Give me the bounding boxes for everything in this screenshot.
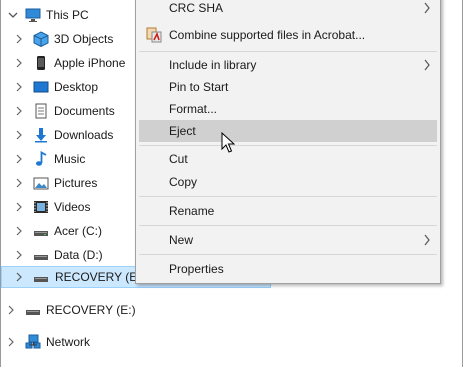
tree-label: Downloads [54,128,114,142]
menu-item-label: Pin to Start [169,80,229,94]
tree-label: 3D Objects [54,32,114,46]
tree-label: Apple iPhone [54,56,126,70]
context-menu: CRC SHA Combine supported files in Acrob… [135,0,441,284]
drive-icon [33,247,49,263]
menu-item-label: Cut [169,152,188,166]
chevron-right-icon[interactable] [13,225,25,237]
chevron-right-icon[interactable] [13,201,25,213]
chevron-down-icon[interactable] [7,9,19,21]
menu-item-label: Properties [169,262,224,276]
chevron-right-icon[interactable] [13,81,25,93]
menu-item-label: New [169,233,194,247]
chevron-right-icon[interactable] [13,249,25,261]
tree-label: Data (D:) [54,248,103,262]
cube-icon [33,31,49,47]
menu-separator [139,196,437,197]
desktop-icon [33,79,49,95]
menu-item-new[interactable]: New [136,229,440,251]
menu-separator [139,145,437,146]
menu-item-label: Include in library [169,58,257,72]
menu-item-pin-start[interactable]: Pin to Start [136,76,440,98]
chevron-right-icon[interactable] [13,57,25,69]
menu-item-label: CRC SHA [169,1,224,15]
menu-item-crc-sha[interactable]: CRC SHA [136,0,440,19]
acrobat-icon [146,27,162,46]
tree-label: Desktop [54,80,99,94]
chevron-right-icon[interactable] [5,336,17,348]
document-icon [33,103,49,119]
menu-item-copy[interactable]: Copy [136,171,440,193]
chevron-right-icon[interactable] [13,33,25,45]
tree-label: RECOVERY (E:) [46,303,136,317]
phone-icon [33,55,49,71]
menu-item-format[interactable]: Format... [136,98,440,120]
chevron-right-icon[interactable] [13,177,25,189]
tree-label: Pictures [54,176,98,190]
drive-icon [25,302,41,318]
tree-item-network[interactable]: Network [1,331,271,353]
download-arrow-icon [33,127,49,143]
menu-item-label: Eject [169,124,196,138]
menu-separator [139,254,437,255]
tree-label: Music [54,152,86,166]
menu-item-eject[interactable]: Eject [139,120,437,142]
chevron-right-icon [423,59,431,74]
menu-item-cut[interactable]: Cut [136,148,440,170]
chevron-right-icon[interactable] [13,105,25,117]
menu-item-label: Format... [169,102,218,116]
menu-separator [139,225,437,226]
tree-item-recovery-e[interactable]: RECOVERY (E:) [1,299,271,321]
menu-item-rename[interactable]: Rename [136,200,440,222]
tree-label: Network [46,335,91,349]
chevron-right-icon[interactable] [5,304,17,316]
film-icon [33,199,49,215]
chevron-right-icon [423,2,431,17]
menu-item-label: Combine supported files in Acrobat... [169,28,366,42]
chevron-right-icon[interactable] [13,153,25,165]
monitor-icon [25,7,41,23]
tree-label: Videos [54,200,91,214]
menu-separator [139,51,437,52]
menu-item-combine-acrobat[interactable]: Combine supported files in Acrobat... [136,24,440,46]
chevron-right-icon[interactable] [13,271,25,283]
menu-item-label: Rename [169,204,215,218]
tree-label: RECOVERY (E:) [55,270,145,284]
mouse-cursor-icon [221,131,236,154]
menu-item-label: Copy [169,175,198,189]
network-icon [25,334,41,350]
music-note-icon [33,151,49,167]
drive-icon [33,223,49,239]
tree-label: This PC [46,8,89,22]
picture-icon [33,175,49,191]
tree-label: Acer (C:) [54,224,102,238]
menu-item-include-library[interactable]: Include in library [136,54,440,76]
tree-label: Documents [54,104,115,118]
menu-item-properties[interactable]: Properties [136,258,440,280]
chevron-right-icon [423,234,431,249]
drive-icon [33,269,49,285]
chevron-right-icon[interactable] [13,129,25,141]
